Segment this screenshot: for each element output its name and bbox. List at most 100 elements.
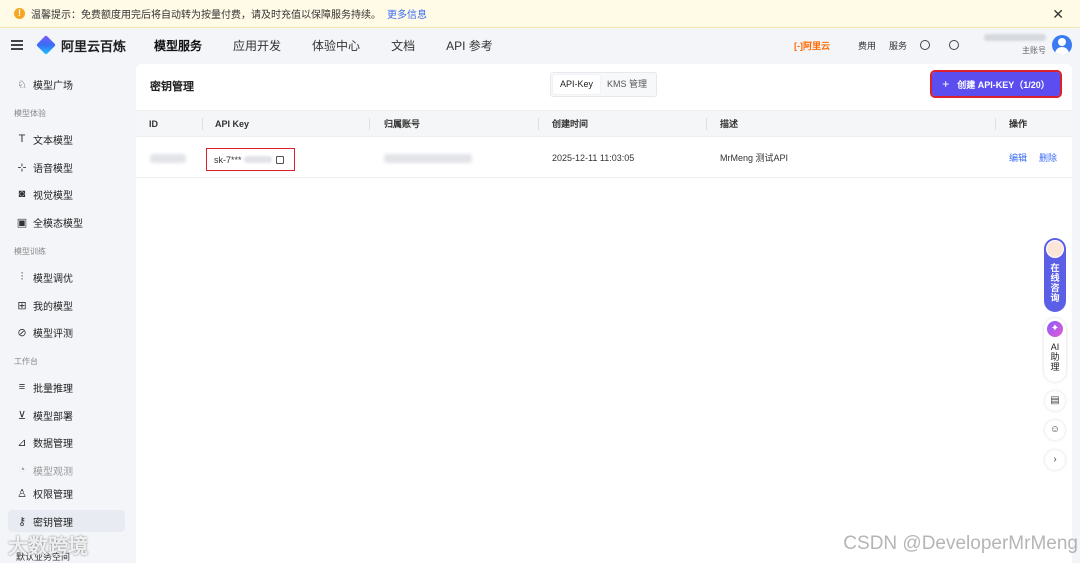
account-role: 主账号 xyxy=(1022,46,1046,55)
sidebar-item-label: 权限管理 xyxy=(33,489,73,501)
user-icon: ♙ xyxy=(17,487,27,500)
sidebar-item-batch[interactable]: ≡ 批量推理 xyxy=(8,376,125,398)
column-divider xyxy=(995,118,996,130)
top-nav: 模型服务 应用开发 体验中心 文档 API 参考 xyxy=(154,37,524,54)
nav-experience[interactable]: 体验中心 xyxy=(312,37,360,54)
create-api-key-button[interactable]: + 创建 API-KEY（1/20） xyxy=(930,70,1062,98)
account-info[interactable]: 主账号 xyxy=(984,34,1046,56)
col-created: 创建时间 xyxy=(552,119,589,129)
aliyun-logo[interactable]: [-]阿里云 xyxy=(794,39,830,52)
chevron-right-icon[interactable]: › xyxy=(1045,450,1065,470)
notice-bar: ! 温馨提示：免费额度用完后将自动转为按量付费，请及时充值以保障服务持续。 更多… xyxy=(0,0,1080,28)
service-link[interactable]: 服务 xyxy=(889,39,907,52)
sidebar-item-label: 模型广场 xyxy=(33,80,73,92)
sidebar-item-label: 批量推理 xyxy=(33,383,73,395)
sidebar-item-omni-model[interactable]: ▣ 全模态模型 xyxy=(8,211,125,233)
agent-avatar xyxy=(1046,240,1064,258)
assistant-label: AI xyxy=(1050,342,1060,352)
consult-label: 询 xyxy=(1050,293,1060,303)
sidebar-item-data[interactable]: ⊿ 数据管理 xyxy=(8,431,125,453)
sidebar-section-experience: 模型体验 xyxy=(14,109,46,118)
download-box-icon: ⊻ xyxy=(17,409,27,422)
waveform-icon: ⊹ xyxy=(17,161,27,174)
header-right: [-]阿里云 费用 服务 主账号 xyxy=(794,28,1072,62)
sliders-icon: ⫶ xyxy=(20,270,24,283)
compass-icon: ⊘ xyxy=(17,326,27,339)
sidebar-item-label: 视觉模型 xyxy=(33,190,73,202)
sidebar-item-label: 密钥管理 xyxy=(33,517,73,529)
settings-icon[interactable] xyxy=(949,40,959,50)
logo[interactable]: 阿里云百炼 xyxy=(36,35,127,55)
fees-link[interactable]: 费用 xyxy=(858,39,876,52)
table-header: ID API Key 归属账号 创建时间 描述 操作 xyxy=(136,110,1072,137)
key-description: MrMeng 测试API xyxy=(720,153,789,163)
globe-icon[interactable] xyxy=(920,40,930,50)
camera-icon: ◙ xyxy=(18,188,26,200)
sparkle-icon: ✦ xyxy=(1047,321,1063,337)
ai-assistant-button[interactable]: ✦ AI 助 理 xyxy=(1044,318,1066,382)
sidebar-item-label: 数据管理 xyxy=(33,438,73,450)
assistant-label: 助 xyxy=(1050,352,1060,362)
column-divider xyxy=(202,118,203,130)
nav-model-service[interactable]: 模型服务 xyxy=(154,37,202,54)
chart-icon: ⊿ xyxy=(17,436,27,449)
notice-more-link[interactable]: 更多信息 xyxy=(387,6,427,21)
sidebar: ♘ 模型广场 模型体验 T 文本模型 ⊹ 语音模型 ◙ 视觉模型 ▣ 全模态模型 模型训练… xyxy=(0,64,136,563)
table-row: sk-7*** 2025-12-11 11:03:05 MrMeng 测试API… xyxy=(136,138,1072,178)
sidebar-item-voice-model[interactable]: ⊹ 语音模型 xyxy=(8,156,125,178)
nav-docs[interactable]: 文档 xyxy=(391,37,415,54)
plus-icon: + xyxy=(942,77,950,91)
plaza-icon: ♘ xyxy=(17,78,27,91)
watermark-right: CSDN @DeveloperMrMeng xyxy=(843,533,1078,554)
sidebar-item-label: 模型观测 xyxy=(33,466,73,478)
sidebar-item-evaluation[interactable]: ⊘ 模型评测 xyxy=(8,321,125,343)
sidebar-item-observe[interactable]: ◔ 模型观测 xyxy=(8,459,125,481)
document-icon[interactable]: ▤ xyxy=(1045,391,1065,411)
sidebar-item-label: 全模态模型 xyxy=(33,218,83,230)
list-icon: ≡ xyxy=(18,381,26,393)
online-consult-button[interactable]: 在 线 咨 询 xyxy=(1044,238,1066,312)
column-divider xyxy=(538,118,539,130)
edit-link[interactable]: 编辑 xyxy=(1009,153,1027,163)
consult-label: 咨 xyxy=(1050,283,1060,293)
sidebar-item-my-models[interactable]: ⊞ 我的模型 xyxy=(8,294,125,316)
notice-text: 温馨提示：免费额度用完后将自动转为按量付费，请及时充值以保障服务持续。 xyxy=(31,10,381,21)
sidebar-item-vision-model[interactable]: ◙ 视觉模型 xyxy=(8,183,125,205)
grid-icon: ⊞ xyxy=(17,299,27,312)
sidebar-item-deploy[interactable]: ⊻ 模型部署 xyxy=(8,404,125,426)
tab-api-key[interactable]: API-Key xyxy=(553,75,601,94)
sidebar-item-label: 语音模型 xyxy=(33,163,73,175)
sidebar-section-training: 模型训练 xyxy=(14,247,46,256)
tab-kms[interactable]: KMS 管理 xyxy=(600,75,654,94)
avatar[interactable] xyxy=(1052,35,1072,55)
col-api-key: API Key xyxy=(215,119,250,129)
sidebar-item-model-plaza[interactable]: ♘ 模型广场 xyxy=(8,73,125,95)
sidebar-item-label: 文本模型 xyxy=(33,135,73,147)
api-key-cell[interactable]: sk-7*** xyxy=(206,148,295,171)
nav-app-dev[interactable]: 应用开发 xyxy=(233,37,281,54)
assistant-label: 理 xyxy=(1050,362,1060,372)
create-button-label: 创建 API-KEY（1/20） xyxy=(957,79,1050,90)
col-account: 归属账号 xyxy=(384,119,421,129)
copy-icon[interactable] xyxy=(275,155,284,164)
api-key-prefix: sk-7*** xyxy=(214,154,242,165)
api-key-redacted xyxy=(243,156,272,163)
text-icon: T xyxy=(18,133,26,145)
close-icon[interactable]: ✕ xyxy=(1052,6,1064,23)
nav-api-ref[interactable]: API 参考 xyxy=(446,37,493,54)
col-actions: 操作 xyxy=(1009,119,1028,129)
page-title: 密钥管理 xyxy=(150,81,194,93)
brand-name: 阿里云百炼 xyxy=(61,38,127,54)
key-tabs: API-Key KMS 管理 xyxy=(550,72,658,97)
feedback-icon[interactable]: ☺ xyxy=(1045,420,1065,440)
media-icon: ▣ xyxy=(16,216,28,229)
consult-label: 线 xyxy=(1050,273,1060,283)
menu-icon[interactable] xyxy=(11,38,23,53)
sidebar-item-text-model[interactable]: T 文本模型 xyxy=(8,128,125,150)
watermark-left: 大数跨境 xyxy=(8,536,88,558)
delete-link[interactable]: 删除 xyxy=(1039,153,1057,163)
col-id: ID xyxy=(149,119,158,129)
sidebar-item-permissions[interactable]: ♙ 权限管理 xyxy=(8,482,125,504)
sidebar-item-keys[interactable]: ⚷ 密钥管理 xyxy=(8,510,125,532)
sidebar-item-tuning[interactable]: ⫶ 模型调优 xyxy=(8,266,125,288)
